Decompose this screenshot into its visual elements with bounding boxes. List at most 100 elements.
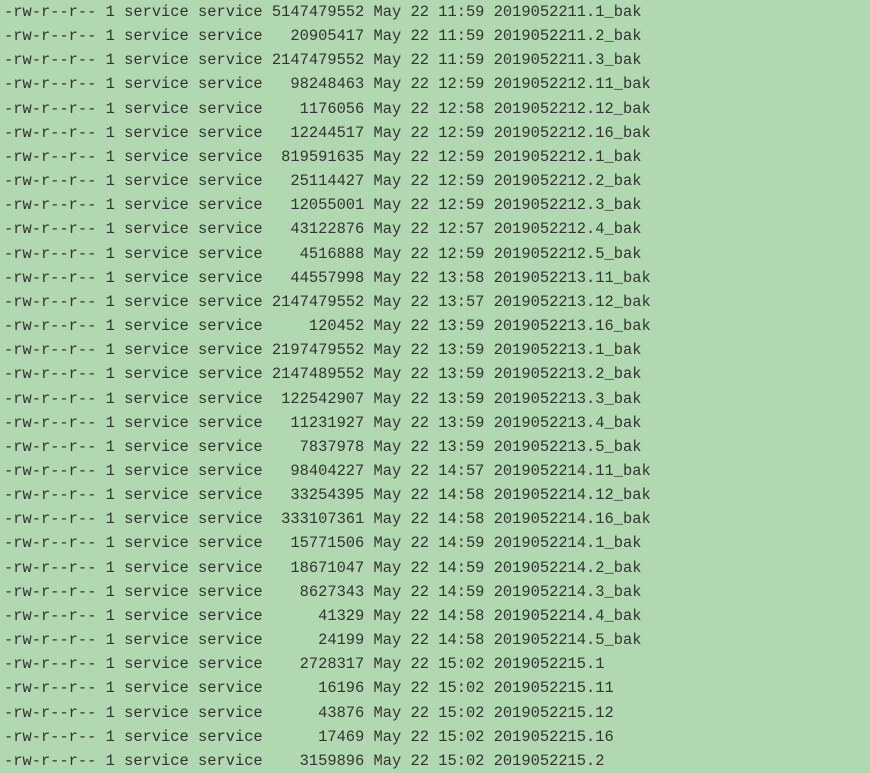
month: May — [374, 486, 402, 504]
owner: service — [124, 245, 189, 263]
time: 12:59 — [438, 245, 484, 263]
owner: service — [124, 631, 189, 649]
file-name: 2019052211.1_bak — [494, 3, 642, 21]
group: service — [198, 655, 263, 673]
day: 22 — [411, 679, 429, 697]
file-row: -rw-r--r-- 1 service service 41329 May 2… — [4, 604, 866, 628]
group: service — [198, 365, 263, 383]
month: May — [374, 414, 402, 432]
file-row: -rw-r--r-- 1 service service 17469 May 2… — [4, 725, 866, 749]
link-count: 1 — [106, 341, 115, 359]
month: May — [374, 196, 402, 214]
day: 22 — [411, 3, 429, 21]
time: 15:02 — [438, 679, 484, 697]
permissions: -rw-r--r-- — [4, 100, 96, 118]
group: service — [198, 704, 263, 722]
file-name: 2019052212.3_bak — [494, 196, 642, 214]
permissions: -rw-r--r-- — [4, 3, 96, 21]
owner: service — [124, 462, 189, 480]
link-count: 1 — [106, 3, 115, 21]
time: 13:58 — [438, 269, 484, 287]
time: 11:59 — [438, 51, 484, 69]
time: 13:59 — [438, 438, 484, 456]
day: 22 — [411, 390, 429, 408]
file-name: 2019052212.11_bak — [494, 75, 651, 93]
time: 13:59 — [438, 341, 484, 359]
month: May — [374, 124, 402, 142]
owner: service — [124, 27, 189, 45]
file-size: 7837978 — [272, 438, 364, 456]
day: 22 — [411, 196, 429, 214]
file-size: 12244517 — [272, 124, 364, 142]
group: service — [198, 124, 263, 142]
file-size: 2147489552 — [272, 365, 364, 383]
month: May — [374, 534, 402, 552]
permissions: -rw-r--r-- — [4, 27, 96, 45]
file-row: -rw-r--r-- 1 service service 98404227 Ma… — [4, 459, 866, 483]
month: May — [374, 100, 402, 118]
owner: service — [124, 172, 189, 190]
permissions: -rw-r--r-- — [4, 124, 96, 142]
day: 22 — [411, 559, 429, 577]
day: 22 — [411, 655, 429, 673]
link-count: 1 — [106, 462, 115, 480]
file-name: 2019052211.2_bak — [494, 27, 642, 45]
group: service — [198, 510, 263, 528]
file-size: 17469 — [272, 728, 364, 746]
file-size: 122542907 — [272, 390, 364, 408]
permissions: -rw-r--r-- — [4, 462, 96, 480]
day: 22 — [411, 269, 429, 287]
group: service — [198, 317, 263, 335]
permissions: -rw-r--r-- — [4, 293, 96, 311]
file-row: -rw-r--r-- 1 service service 16196 May 2… — [4, 676, 866, 700]
file-size: 819591635 — [272, 148, 364, 166]
owner: service — [124, 269, 189, 287]
owner: service — [124, 390, 189, 408]
day: 22 — [411, 728, 429, 746]
time: 12:59 — [438, 172, 484, 190]
day: 22 — [411, 631, 429, 649]
file-size: 4516888 — [272, 245, 364, 263]
link-count: 1 — [106, 365, 115, 383]
month: May — [374, 583, 402, 601]
permissions: -rw-r--r-- — [4, 414, 96, 432]
month: May — [374, 220, 402, 238]
file-row: -rw-r--r-- 1 service service 43122876 Ma… — [4, 217, 866, 241]
day: 22 — [411, 510, 429, 528]
permissions: -rw-r--r-- — [4, 583, 96, 601]
link-count: 1 — [106, 27, 115, 45]
owner: service — [124, 220, 189, 238]
file-size: 41329 — [272, 607, 364, 625]
day: 22 — [411, 486, 429, 504]
time: 11:59 — [438, 3, 484, 21]
group: service — [198, 462, 263, 480]
group: service — [198, 486, 263, 504]
link-count: 1 — [106, 655, 115, 673]
owner: service — [124, 752, 189, 770]
owner: service — [124, 704, 189, 722]
day: 22 — [411, 317, 429, 335]
permissions: -rw-r--r-- — [4, 365, 96, 383]
file-name: 2019052215.11 — [494, 679, 614, 697]
file-row: -rw-r--r-- 1 service service 25114427 Ma… — [4, 169, 866, 193]
time: 12:59 — [438, 148, 484, 166]
file-row: -rw-r--r-- 1 service service 4516888 May… — [4, 242, 866, 266]
file-size: 24199 — [272, 631, 364, 649]
file-size: 120452 — [272, 317, 364, 335]
time: 12:59 — [438, 124, 484, 142]
permissions: -rw-r--r-- — [4, 559, 96, 577]
file-name: 2019052213.12_bak — [494, 293, 651, 311]
file-row: -rw-r--r-- 1 service service 3159896 May… — [4, 749, 866, 773]
owner: service — [124, 196, 189, 214]
file-row: -rw-r--r-- 1 service service 18671047 Ma… — [4, 556, 866, 580]
link-count: 1 — [106, 752, 115, 770]
group: service — [198, 3, 263, 21]
time: 13:57 — [438, 293, 484, 311]
permissions: -rw-r--r-- — [4, 486, 96, 504]
permissions: -rw-r--r-- — [4, 679, 96, 697]
file-row: -rw-r--r-- 1 service service 120452 May … — [4, 314, 866, 338]
link-count: 1 — [106, 534, 115, 552]
group: service — [198, 51, 263, 69]
file-size: 1176056 — [272, 100, 364, 118]
file-name: 2019052214.4_bak — [494, 607, 642, 625]
